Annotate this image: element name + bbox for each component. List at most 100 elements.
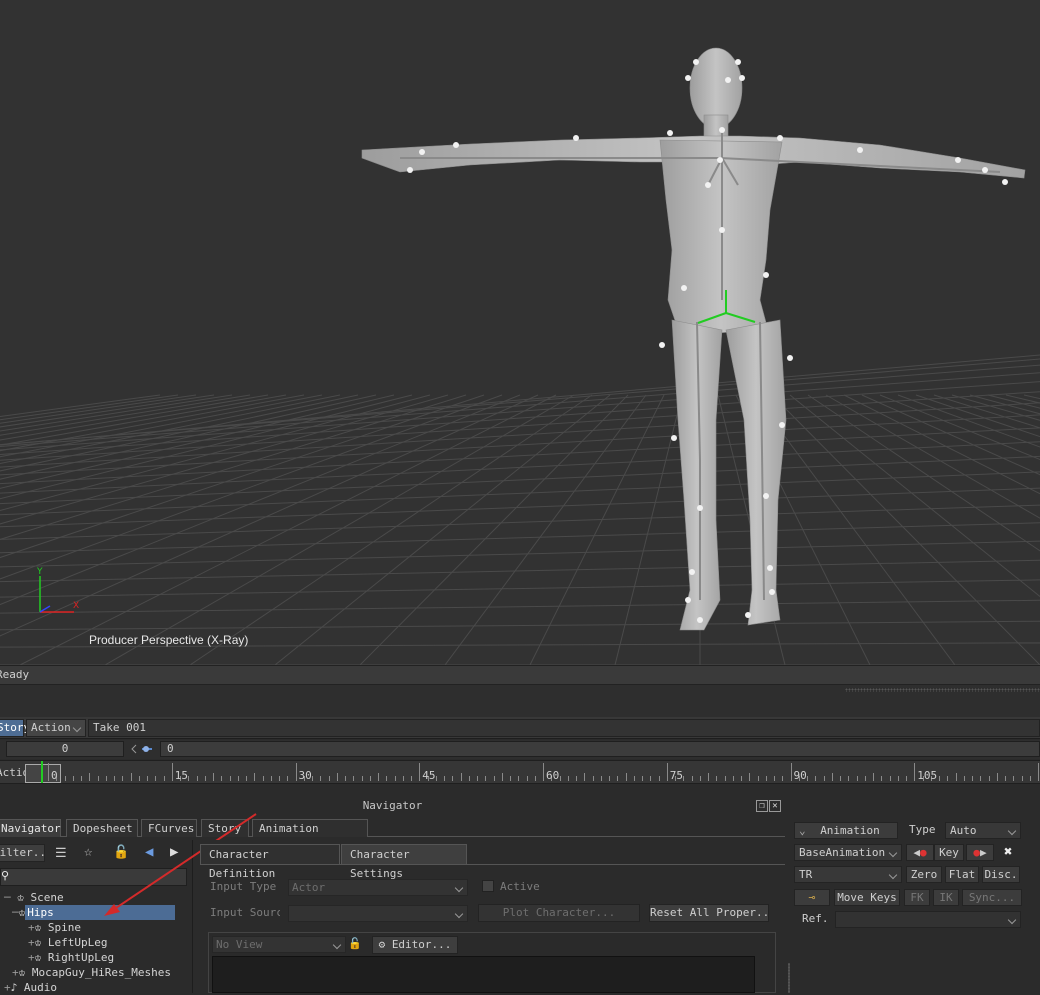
input-type-dropdown[interactable]: Actor: [288, 879, 468, 896]
key-type-dropdown[interactable]: Auto: [945, 822, 1021, 839]
marker-point: [689, 569, 695, 575]
move-keys-button[interactable]: Move Keys: [834, 889, 900, 906]
layer-dropdown[interactable]: BaseAnimation: [794, 844, 902, 861]
tab-character-settings[interactable]: Character Settings: [341, 844, 467, 880]
ruler-tick: [996, 773, 998, 781]
ruler-tick: [864, 776, 866, 781]
favorites-icon[interactable]: ☆: [84, 844, 92, 860]
type-label: Type: [909, 823, 936, 836]
take-name: Take 001: [93, 721, 146, 734]
marker-point: [725, 77, 731, 83]
transform-channel-dropdown[interactable]: TR: [794, 866, 902, 883]
ruler-tick: [807, 776, 808, 781]
close-icon[interactable]: ✕: [769, 800, 781, 812]
plot-character-button[interactable]: Plot Character...: [478, 904, 640, 922]
fk-button[interactable]: FK: [904, 889, 930, 906]
input-type-label: Input Type: [210, 880, 277, 893]
key-button[interactable]: Key: [934, 844, 964, 861]
take-selector[interactable]: Take 001: [88, 719, 1040, 737]
active-checkbox[interactable]: [482, 880, 494, 892]
grid-line: [789, 394, 1040, 598]
reference-dropdown[interactable]: [835, 911, 1021, 928]
tree-item-scene[interactable]: ─ ♔ Scene: [4, 890, 64, 905]
ruler-tick: [658, 776, 660, 781]
ruler-tick: [138, 776, 140, 781]
back-arrow-icon[interactable]: ◀: [145, 844, 153, 860]
resize-grip[interactable]: [845, 688, 1040, 692]
ruler-tick: [287, 776, 289, 781]
input-source-dropdown[interactable]: [288, 905, 468, 922]
tree-item-leftupleg[interactable]: +♔ LeftUpLeg: [28, 935, 107, 950]
ruler-tick: [237, 776, 239, 781]
record-icon: ●: [973, 846, 980, 859]
tab-navigator[interactable]: Navigator: [0, 819, 61, 837]
marker-point: [717, 157, 723, 163]
ruler-tick: [163, 776, 165, 781]
discontinuity-button[interactable]: Disc.: [982, 866, 1020, 883]
delete-key-icon[interactable]: ✖: [1004, 844, 1012, 860]
ruler-tick: [320, 776, 322, 781]
ruler-tick: [988, 776, 990, 781]
ik-button[interactable]: IK: [933, 889, 959, 906]
action-mode-dropdown[interactable]: Action: [26, 719, 86, 737]
panel-grip[interactable]: [788, 963, 790, 993]
ruler-tick: [155, 776, 157, 781]
editor-view-area[interactable]: [212, 956, 755, 993]
marker-point: [982, 167, 988, 173]
ruler-tick: [229, 776, 231, 781]
tree-item-hips[interactable]: ─♔ Hips: [12, 905, 190, 920]
ruler-tick: [147, 776, 148, 781]
view-dropdown[interactable]: No View: [212, 936, 346, 953]
tree-item-meshes[interactable]: +♔ MocapGuy_HiRes_Meshes: [12, 965, 171, 980]
ruler-tick: [732, 776, 734, 781]
current-frame-field[interactable]: 0: [160, 741, 1040, 757]
flat-button[interactable]: Flat: [945, 866, 979, 883]
ruler-tick: [246, 776, 247, 781]
story-mode-button[interactable]: Story: [0, 719, 30, 737]
prev-key-button[interactable]: ◀●: [906, 844, 934, 861]
tree-item-rightupleg[interactable]: +♔ RightUpLeg: [28, 950, 114, 965]
3d-viewport[interactable]: Y X Producer Perspective (X-Ray): [0, 0, 1040, 665]
lock-icon[interactable]: 🔓: [348, 937, 362, 950]
ruler-frame-number: 30: [298, 769, 312, 782]
ruler-tick: [526, 776, 528, 781]
grid-line: [951, 394, 1040, 421]
tree-item-spine[interactable]: +♔ Spine: [28, 920, 81, 935]
start-frame-field[interactable]: 0: [6, 741, 124, 757]
sync-button[interactable]: Sync...: [962, 889, 1022, 906]
forward-arrow-icon[interactable]: ▶: [170, 844, 178, 860]
ruler-tick: [196, 776, 198, 781]
grid-line: [0, 394, 251, 436]
channel-value: TR: [799, 868, 813, 881]
marker-point: [779, 422, 785, 428]
zero-button[interactable]: Zero: [906, 866, 942, 883]
lock-icon[interactable]: 🔓: [113, 845, 129, 860]
ruler-tick: [666, 763, 668, 781]
timeline-ruler[interactable]: Action 0153045607590105: [0, 760, 1040, 784]
next-key-button[interactable]: ●▶: [966, 844, 994, 861]
animation-label: Animation: [820, 824, 880, 837]
ruler-tick: [683, 776, 685, 781]
tab-fcurves[interactable]: FCurves: [141, 819, 197, 837]
audio-icon: ♪: [10, 981, 18, 994]
restore-icon[interactable]: ❐: [756, 800, 768, 812]
tab-dopesheet[interactable]: Dopesheet: [66, 819, 138, 837]
ruler-tick: [1038, 763, 1039, 781]
reset-all-properties-button[interactable]: Reset All Proper...: [649, 904, 769, 922]
next-key-icon: ▶: [980, 846, 987, 859]
tab-story[interactable]: Story: [201, 819, 249, 837]
tab-character-definition[interactable]: Character Definition: [200, 844, 340, 880]
editor-button[interactable]: ⚙ Editor...: [372, 936, 458, 954]
animation-button[interactable]: ⌄ Animation: [794, 822, 898, 839]
frame-stepper-icon[interactable]: [128, 742, 158, 757]
ruler-tick: [262, 776, 264, 781]
list-view-icon[interactable]: ☰: [55, 846, 67, 861]
tree-label: Scene: [30, 891, 64, 904]
ruler-frame-number: 60: [546, 769, 560, 782]
filter-button[interactable]: Filter...: [0, 844, 45, 862]
ruler-frame-number: 15: [174, 769, 188, 782]
tab-animation-trigger[interactable]: Animation Trigger: [252, 819, 368, 852]
search-input[interactable]: ⚲: [0, 868, 187, 886]
key-filter-button[interactable]: ⊸: [794, 889, 830, 906]
ruler-tick: [114, 776, 115, 781]
